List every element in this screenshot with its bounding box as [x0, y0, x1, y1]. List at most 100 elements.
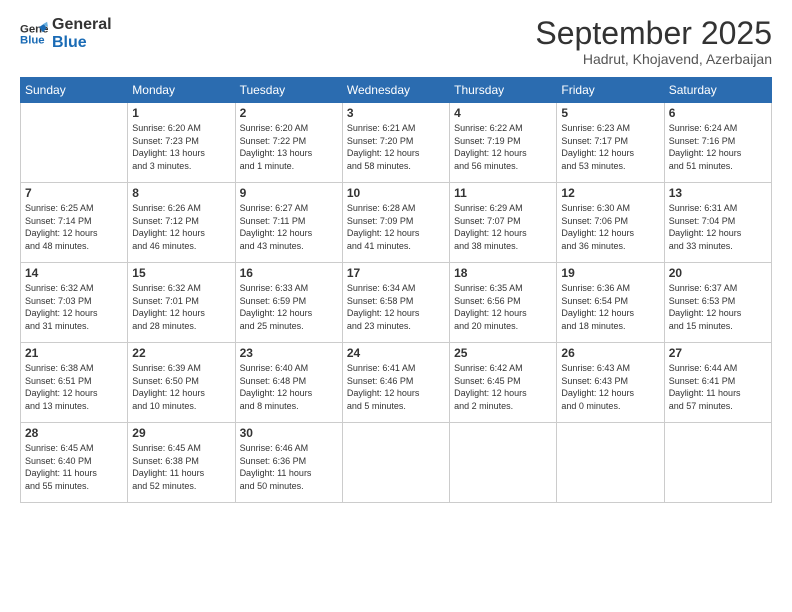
day-number: 2 [240, 106, 338, 120]
day-number: 22 [132, 346, 230, 360]
day-info: Sunrise: 6:37 AM Sunset: 6:53 PM Dayligh… [669, 282, 767, 332]
day-info: Sunrise: 6:44 AM Sunset: 6:41 PM Dayligh… [669, 362, 767, 412]
title-block: September 2025 Hadrut, Khojavend, Azerba… [535, 16, 772, 67]
day-cell: 15Sunrise: 6:32 AM Sunset: 7:01 PM Dayli… [128, 263, 235, 343]
day-info: Sunrise: 6:20 AM Sunset: 7:23 PM Dayligh… [132, 122, 230, 172]
day-number: 9 [240, 186, 338, 200]
day-number: 25 [454, 346, 552, 360]
day-info: Sunrise: 6:43 AM Sunset: 6:43 PM Dayligh… [561, 362, 659, 412]
day-cell: 25 Sunrise: 6:42 AM Sunset: 6:45 PM Dayli… [450, 343, 557, 423]
day-info: Sunrise: 6:25 AM Sunset: 7:14 PM Dayligh… [25, 202, 123, 252]
logo: General Blue General Blue [20, 16, 112, 53]
day-cell: 24 Sunrise: 6:41 AM Sunset: 6:46 PM Dayli… [342, 343, 449, 423]
day-info: Sunrise: 6:29 AM Sunset: 7:07 PM Dayligh… [454, 202, 552, 252]
day-number: 11 [454, 186, 552, 200]
day-number: 1 [132, 106, 230, 120]
day-cell [21, 103, 128, 183]
day-cell: 19 Sunrise: 6:36 AM Sunset: 6:54 PM Dayli… [557, 263, 664, 343]
week-row-4: 28 Sunrise: 6:45 AM Sunset: 6:40 PM Dayli… [21, 423, 772, 503]
day-cell: 9Sunrise: 6:27 AM Sunset: 7:11 PM Daylig… [235, 183, 342, 263]
day-info: Sunrise: 6:45 AM Sunset: 6:38 PM Dayligh… [132, 442, 230, 492]
week-row-2: 14 Sunrise: 6:32 AM Sunset: 7:03 PM Dayli… [21, 263, 772, 343]
day-info: Sunrise: 6:30 AM Sunset: 7:06 PM Dayligh… [561, 202, 659, 252]
day-cell: 27 Sunrise: 6:44 AM Sunset: 6:41 PM Dayli… [664, 343, 771, 423]
day-cell: 3 Sunrise: 6:21 AM Sunset: 7:20 PM Daylig… [342, 103, 449, 183]
day-info: Sunrise: 6:32 AM Sunset: 7:03 PM Dayligh… [25, 282, 123, 332]
day-cell: 22 Sunrise: 6:39 AM Sunset: 6:50 PM Dayli… [128, 343, 235, 423]
day-cell: 21 Sunrise: 6:38 AM Sunset: 6:51 PM Dayli… [21, 343, 128, 423]
day-cell: 17 Sunrise: 6:34 AM Sunset: 6:58 PM Dayli… [342, 263, 449, 343]
day-info: Sunrise: 6:34 AM Sunset: 6:58 PM Dayligh… [347, 282, 445, 332]
day-number: 17 [347, 266, 445, 280]
col-header-wednesday: Wednesday [342, 78, 449, 103]
col-header-saturday: Saturday [664, 78, 771, 103]
day-info: Sunrise: 6:26 AM Sunset: 7:12 PM Dayligh… [132, 202, 230, 252]
day-info: Sunrise: 6:38 AM Sunset: 6:51 PM Dayligh… [25, 362, 123, 412]
day-number: 21 [25, 346, 123, 360]
day-number: 30 [240, 426, 338, 440]
day-info: Sunrise: 6:28 AM Sunset: 7:09 PM Dayligh… [347, 202, 445, 252]
day-number: 20 [669, 266, 767, 280]
day-number: 5 [561, 106, 659, 120]
week-row-1: 7Sunrise: 6:25 AM Sunset: 7:14 PM Daylig… [21, 183, 772, 263]
day-number: 19 [561, 266, 659, 280]
day-number: 6 [669, 106, 767, 120]
day-cell [342, 423, 449, 503]
day-cell [450, 423, 557, 503]
day-info: Sunrise: 6:46 AM Sunset: 6:36 PM Dayligh… [240, 442, 338, 492]
day-cell: 18Sunrise: 6:35 AM Sunset: 6:56 PM Dayli… [450, 263, 557, 343]
day-number: 8 [132, 186, 230, 200]
day-cell: 4Sunrise: 6:22 AM Sunset: 7:19 PM Daylig… [450, 103, 557, 183]
calendar-table: SundayMondayTuesdayWednesdayThursdayFrid… [20, 77, 772, 503]
col-header-sunday: Sunday [21, 78, 128, 103]
day-cell: 8 Sunrise: 6:26 AM Sunset: 7:12 PM Daylig… [128, 183, 235, 263]
header-row: SundayMondayTuesdayWednesdayThursdayFrid… [21, 78, 772, 103]
day-cell: 29Sunrise: 6:45 AM Sunset: 6:38 PM Dayli… [128, 423, 235, 503]
day-number: 13 [669, 186, 767, 200]
day-cell: 16Sunrise: 6:33 AM Sunset: 6:59 PM Dayli… [235, 263, 342, 343]
week-row-0: 1 Sunrise: 6:20 AM Sunset: 7:23 PM Daylig… [21, 103, 772, 183]
day-number: 3 [347, 106, 445, 120]
day-cell: 14 Sunrise: 6:32 AM Sunset: 7:03 PM Dayli… [21, 263, 128, 343]
day-cell: 11 Sunrise: 6:29 AM Sunset: 7:07 PM Dayli… [450, 183, 557, 263]
day-cell: 20 Sunrise: 6:37 AM Sunset: 6:53 PM Dayli… [664, 263, 771, 343]
day-info: Sunrise: 6:33 AM Sunset: 6:59 PM Dayligh… [240, 282, 338, 332]
day-info: Sunrise: 6:23 AM Sunset: 7:17 PM Dayligh… [561, 122, 659, 172]
day-number: 14 [25, 266, 123, 280]
header: General Blue General Blue September 2025… [20, 16, 772, 67]
day-info: Sunrise: 6:41 AM Sunset: 6:46 PM Dayligh… [347, 362, 445, 412]
week-row-3: 21 Sunrise: 6:38 AM Sunset: 6:51 PM Dayli… [21, 343, 772, 423]
day-number: 26 [561, 346, 659, 360]
day-info: Sunrise: 6:42 AM Sunset: 6:45 PM Dayligh… [454, 362, 552, 412]
day-cell: 5 Sunrise: 6:23 AM Sunset: 7:17 PM Daylig… [557, 103, 664, 183]
subtitle: Hadrut, Khojavend, Azerbaijan [535, 51, 772, 67]
day-cell: 23Sunrise: 6:40 AM Sunset: 6:48 PM Dayli… [235, 343, 342, 423]
day-cell: 30 Sunrise: 6:46 AM Sunset: 6:36 PM Dayli… [235, 423, 342, 503]
logo-line1: General [52, 16, 112, 34]
day-info: Sunrise: 6:40 AM Sunset: 6:48 PM Dayligh… [240, 362, 338, 412]
day-cell [664, 423, 771, 503]
day-cell: 2 Sunrise: 6:20 AM Sunset: 7:22 PM Daylig… [235, 103, 342, 183]
day-info: Sunrise: 6:39 AM Sunset: 6:50 PM Dayligh… [132, 362, 230, 412]
day-number: 24 [347, 346, 445, 360]
day-number: 15 [132, 266, 230, 280]
page: General Blue General Blue September 2025… [0, 0, 792, 612]
day-info: Sunrise: 6:21 AM Sunset: 7:20 PM Dayligh… [347, 122, 445, 172]
col-header-tuesday: Tuesday [235, 78, 342, 103]
day-info: Sunrise: 6:24 AM Sunset: 7:16 PM Dayligh… [669, 122, 767, 172]
day-cell: 28 Sunrise: 6:45 AM Sunset: 6:40 PM Dayli… [21, 423, 128, 503]
day-info: Sunrise: 6:45 AM Sunset: 6:40 PM Dayligh… [25, 442, 123, 492]
day-number: 12 [561, 186, 659, 200]
col-header-friday: Friday [557, 78, 664, 103]
day-info: Sunrise: 6:20 AM Sunset: 7:22 PM Dayligh… [240, 122, 338, 172]
day-number: 4 [454, 106, 552, 120]
logo-line2: Blue [52, 34, 112, 52]
day-cell: 13 Sunrise: 6:31 AM Sunset: 7:04 PM Dayli… [664, 183, 771, 263]
col-header-monday: Monday [128, 78, 235, 103]
day-cell: 6 Sunrise: 6:24 AM Sunset: 7:16 PM Daylig… [664, 103, 771, 183]
svg-text:Blue: Blue [20, 35, 45, 47]
day-info: Sunrise: 6:31 AM Sunset: 7:04 PM Dayligh… [669, 202, 767, 252]
day-number: 28 [25, 426, 123, 440]
day-info: Sunrise: 6:36 AM Sunset: 6:54 PM Dayligh… [561, 282, 659, 332]
day-number: 27 [669, 346, 767, 360]
